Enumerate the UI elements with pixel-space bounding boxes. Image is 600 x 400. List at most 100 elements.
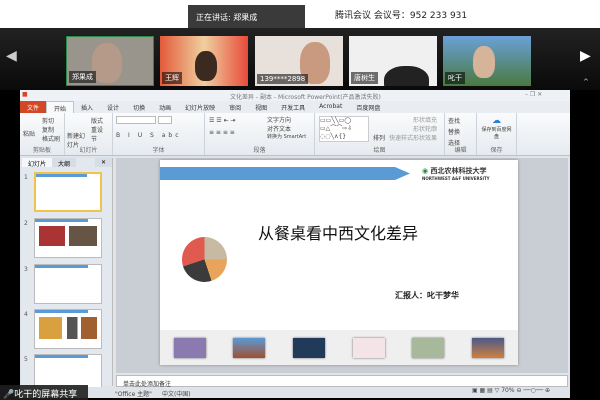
culture-illustration [182, 237, 227, 282]
tab-slides[interactable]: 幻灯片 [22, 158, 53, 168]
tab-developer[interactable]: 开发工具 [274, 101, 312, 113]
tab-outline[interactable]: 大纲 [52, 158, 77, 168]
group-label: 段落 [253, 147, 266, 154]
group-font: B I U S abc 字体 [113, 113, 205, 155]
video-tile[interactable]: 郑果成 [66, 36, 154, 86]
tab-home[interactable]: 开始 [46, 101, 75, 113]
group-drawing: ▭▭╲╲▭◯ ▭△⌒⌒⇨⇩ ◌◌╲∧{} 排列 快速样式 形状填充 形状轮廓 形… [315, 113, 445, 155]
photo-louvre [472, 337, 505, 358]
photo-strip [160, 330, 518, 365]
participant-name: 139****2898 [257, 74, 309, 84]
zoom-level: 70% [501, 387, 515, 394]
next-arrow-icon[interactable]: ▶ [580, 48, 591, 64]
collapse-icon[interactable]: ^ [583, 78, 589, 86]
photo-wordcloud [293, 337, 326, 358]
title-bar: ■ 文化差异 - 副本 - Microsoft PowerPoint(产品激活失… [20, 90, 570, 101]
tab-insert[interactable]: 插入 [74, 101, 100, 113]
university-logo: ◉ 西北农林科技大学 NORTHWEST A&F UNIVERSITY [422, 167, 490, 181]
slide-number: 4 [24, 311, 28, 318]
tab-transitions[interactable]: 切换 [126, 101, 152, 113]
video-tile[interactable]: 叱干 [443, 36, 531, 86]
speaking-indicator: 正在讲话: 郑果成 [188, 5, 305, 29]
save-baidu-button[interactable]: 保存到百度网盘 [480, 126, 513, 140]
align-buttons[interactable]: ≡ ≡ ≡ ≡ [209, 129, 235, 136]
group-clipboard: 粘贴 剪切 复制 格式刷 剪贴板 [20, 113, 65, 155]
text-direction-button[interactable]: 文字方向 [267, 115, 291, 124]
video-tile[interactable]: 139****2898 [255, 36, 343, 86]
tab-design[interactable]: 设计 [100, 101, 126, 113]
font-size-select[interactable] [157, 116, 172, 124]
tab-slideshow[interactable]: 幻灯片放映 [178, 101, 222, 113]
photo-forbidden-city [233, 337, 266, 358]
tab-view[interactable]: 视图 [248, 101, 274, 113]
copy-button[interactable]: 复制 [42, 125, 54, 134]
paste-button[interactable]: 粘贴 [23, 129, 35, 138]
slide-thumbnail[interactable] [34, 264, 102, 304]
tab-file[interactable]: 文件 [20, 101, 47, 113]
participant-name: 唐树生 [351, 72, 378, 84]
screen-share-label: 🎤叱干的屏幕共享 [0, 385, 88, 400]
slide-editor: ◉ 西北农林科技大学 NORTHWEST A&F UNIVERSITY 从餐桌看中… [116, 158, 568, 373]
slide-thumbnail[interactable] [34, 172, 102, 212]
slide-thumbnail-pane: 幻灯片 大纲 ✕ 1 2 3 4 5 [22, 158, 113, 394]
cut-button[interactable]: 剪切 [42, 116, 54, 125]
prev-arrow-icon[interactable]: ◀ [6, 48, 17, 64]
slide-thumbnail[interactable] [34, 309, 102, 349]
ppt-icon: ■ [22, 91, 28, 98]
video-tile[interactable]: 唐树生 [349, 36, 437, 86]
photo-peony [352, 337, 385, 358]
slide-title[interactable]: 从餐桌看中西文化差异 [258, 220, 418, 244]
font-format-buttons[interactable]: B I U S abc [116, 132, 201, 139]
group-slides: 新建幻灯片 版式 重设 节 幻灯片 [65, 113, 113, 155]
share-label-text: 叱干的屏幕共享 [14, 390, 78, 400]
shape-fill-button[interactable]: 形状填充 [413, 115, 437, 124]
group-label: 保存 [490, 147, 503, 154]
shape-outline-button[interactable]: 形状轮廓 [413, 124, 437, 133]
find-button[interactable]: 查找 [448, 116, 473, 125]
ribbon: 粘贴 剪切 复制 格式刷 剪贴板 新建幻灯片 版式 重设 节 幻灯片 B I U… [20, 113, 570, 156]
slide-reporter[interactable]: 汇报人：叱干梦华 [395, 290, 459, 301]
slide-number: 5 [24, 356, 28, 363]
photo-flowers [173, 337, 206, 358]
zoom-control[interactable]: ▣ ▦ ▤ ▽ 70% ⊖ ──○── ⊕ [472, 387, 550, 394]
participant-name: 郑果成 [69, 71, 96, 83]
video-tile[interactable]: 王辉 [160, 36, 248, 86]
layout-button[interactable]: 版式 [91, 116, 103, 125]
current-slide[interactable]: ◉ 西北农林科技大学 NORTHWEST A&F UNIVERSITY 从餐桌看中… [160, 160, 518, 365]
font-name-select[interactable] [116, 116, 156, 124]
slide-number: 3 [24, 266, 28, 273]
slide-number: 1 [24, 174, 28, 181]
section-button[interactable]: 节 [91, 134, 97, 143]
shapes-gallery[interactable]: ▭▭╲╲▭◯ ▭△⌒⌒⇨⇩ ◌◌╲∧{} [319, 116, 369, 142]
group-label: 编辑 [454, 147, 467, 154]
close-pane-icon[interactable]: ✕ [94, 158, 112, 167]
reset-button[interactable]: 重设 [91, 125, 103, 134]
replace-button[interactable]: 替换 [448, 127, 473, 136]
group-editing: 查找 替换 选择 编辑 [445, 113, 477, 155]
group-paragraph: ☰ ☰ ⇤ ⇥ ≡ ≡ ≡ ≡ 文字方向 对齐文本 转换为 SmartArt 段… [205, 113, 315, 155]
notes-input[interactable]: 单击此处添加备注 [116, 375, 568, 388]
align-text-button[interactable]: 对齐文本 [267, 124, 291, 133]
window-controls[interactable]: – ❐ ✕ [525, 91, 542, 98]
format-painter-button[interactable]: 格式刷 [42, 134, 60, 143]
smartart-button[interactable]: 转换为 SmartArt [267, 133, 306, 140]
arrange-button[interactable]: 排列 [373, 133, 385, 142]
meeting-id: 腾讯会议 会议号：952 233 931 [335, 11, 468, 21]
tab-review[interactable]: 审阅 [222, 101, 248, 113]
group-label: 剪贴板 [32, 147, 51, 154]
group-save: ☁ 保存到百度网盘 保存 [477, 113, 517, 155]
shape-effects-button[interactable]: 形状效果 [413, 133, 437, 142]
participant-name: 王辉 [162, 72, 182, 84]
ribbon-tabs: 文件 开始 插入 设计 切换 动画 幻灯片放映 审阅 视图 开发工具 Acrob… [20, 101, 570, 113]
list-buttons[interactable]: ☰ ☰ ⇤ ⇥ [209, 117, 236, 124]
mic-icon: 🎤 [3, 390, 15, 400]
tab-baidu[interactable]: 百度网盘 [349, 101, 387, 113]
theme-status: "Office 主题" [115, 391, 152, 398]
group-label: 幻灯片 [79, 147, 98, 154]
tab-acrobat[interactable]: Acrobat [312, 101, 349, 113]
quick-styles-button[interactable]: 快速样式 [389, 133, 413, 142]
slide-thumbnail[interactable] [34, 218, 102, 258]
group-label: 字体 [152, 147, 165, 154]
tab-animations[interactable]: 动画 [152, 101, 178, 113]
group-label: 绘图 [373, 147, 386, 154]
